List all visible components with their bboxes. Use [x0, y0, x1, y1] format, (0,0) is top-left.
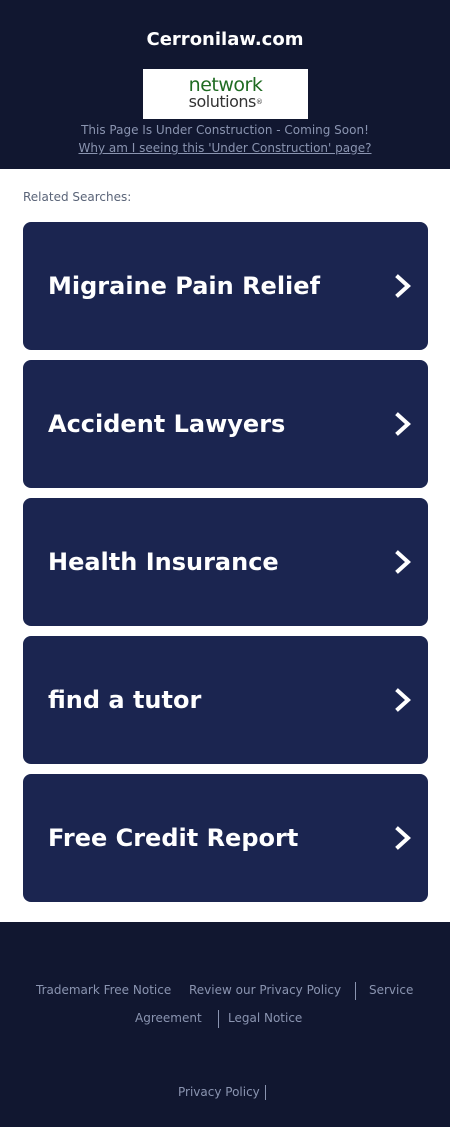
chevron-right-icon: [395, 688, 411, 712]
search-card-migraine-pain-relief[interactable]: Migraine Pain Relief: [23, 222, 428, 350]
site-title: Cerronilaw.com: [146, 29, 304, 50]
footer-separator: [218, 1010, 219, 1028]
service-agreement-link-part2[interactable]: Agreement: [135, 1011, 202, 1026]
chevron-right-icon: [395, 826, 411, 850]
legal-notice-link[interactable]: Legal Notice: [228, 1011, 302, 1026]
search-card-label: find a tutor: [48, 686, 202, 714]
search-card-free-credit-report[interactable]: Free Credit Report: [23, 774, 428, 902]
logo-line-solutions: solutions®: [143, 93, 308, 111]
page-header: Cerronilaw.com network solutions® This P…: [0, 0, 450, 169]
search-card-label: Migraine Pain Relief: [48, 272, 321, 300]
trademark-free-notice-link[interactable]: Trademark Free Notice: [36, 983, 171, 998]
chevron-right-icon: [395, 550, 411, 574]
related-searches-label: Related Searches:: [23, 190, 132, 204]
privacy-review-link[interactable]: Review our Privacy Policy: [189, 983, 341, 998]
chevron-right-icon: [395, 412, 411, 436]
why-under-construction-link[interactable]: Why am I seeing this 'Under Construction…: [0, 141, 450, 156]
search-card-find-a-tutor[interactable]: find a tutor: [23, 636, 428, 764]
footer-separator: [355, 982, 356, 1000]
registered-mark: ®: [255, 98, 263, 106]
page-footer: Trademark Free Notice Review our Privacy…: [0, 922, 450, 1127]
search-card-accident-lawyers[interactable]: Accident Lawyers: [23, 360, 428, 488]
search-card-label: Health Insurance: [48, 548, 279, 576]
search-card-label: Accident Lawyers: [48, 410, 286, 438]
service-agreement-link-part1[interactable]: Service: [369, 983, 413, 998]
network-solutions-logo[interactable]: network solutions®: [143, 69, 308, 119]
chevron-right-icon: [395, 274, 411, 298]
construction-notice: This Page Is Under Construction - Coming…: [81, 123, 369, 137]
privacy-policy-link[interactable]: Privacy Policy: [178, 1085, 260, 1100]
search-card-label: Free Credit Report: [48, 824, 299, 852]
logo-solutions-text: solutions: [188, 92, 257, 111]
footer-separator: [265, 1085, 266, 1100]
search-card-health-insurance[interactable]: Health Insurance: [23, 498, 428, 626]
